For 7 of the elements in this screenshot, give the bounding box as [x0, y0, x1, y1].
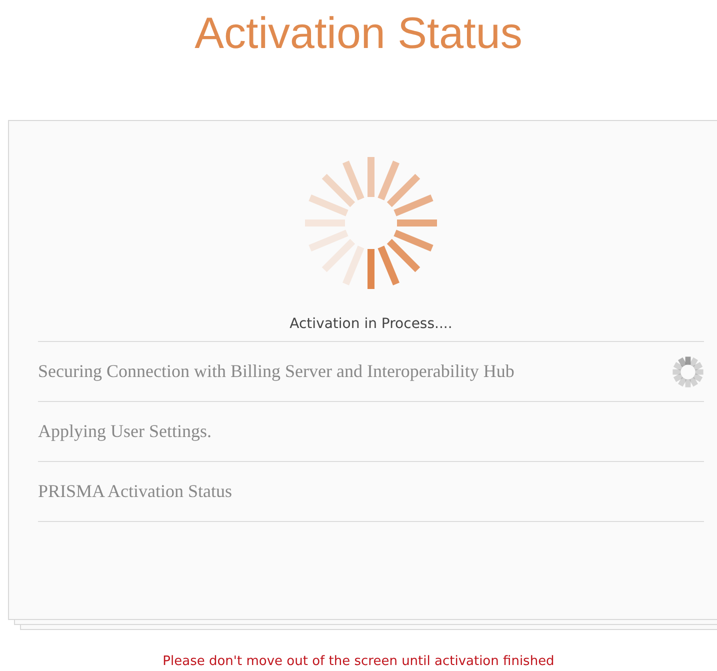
step-label: PRISMA Activation Status — [38, 481, 232, 502]
page-title: Activation Status — [194, 8, 524, 60]
progress-message: Activation in Process.... — [290, 316, 452, 332]
warning-message: Please don't move out of the screen until activation finished — [162, 654, 556, 669]
step-label: Applying User Settings. — [38, 421, 212, 442]
loading-ring-icon — [670, 354, 706, 390]
step-label: Securing Connection with Billing Server and Interoperability Hub — [38, 361, 514, 382]
